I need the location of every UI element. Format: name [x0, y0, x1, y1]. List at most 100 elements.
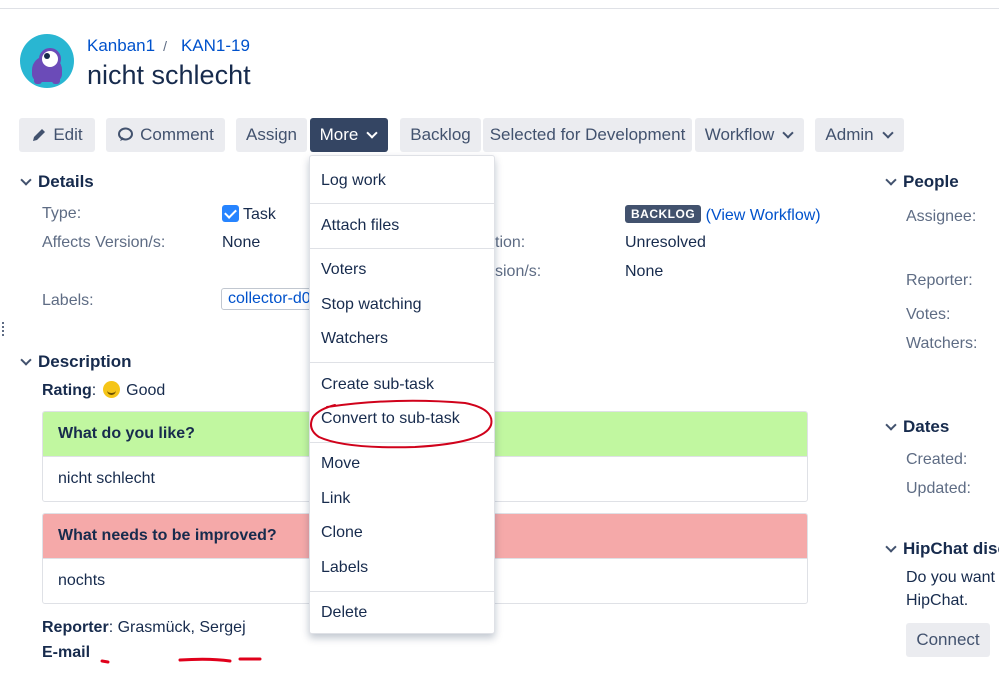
rating-label: Rating — [42, 382, 92, 399]
selected-for-development-button[interactable]: Selected for Development — [483, 118, 692, 152]
reporter-line: Reporter: Grasmück, Sergej — [42, 619, 246, 636]
assign-button-label: Assign — [245, 125, 298, 144]
menu-item-move[interactable]: Move — [310, 455, 494, 473]
votes-label: Votes: — [906, 306, 951, 323]
avatar-monster-leg — [34, 78, 42, 84]
rating-value: Good — [126, 382, 166, 399]
more-button-label: More — [319, 125, 359, 144]
more-button[interactable]: More — [310, 118, 388, 152]
people-section-toggle[interactable]: People — [885, 172, 959, 192]
email-label: E-mail — [42, 644, 91, 661]
hipchat-connect-button[interactable]: Connect — [906, 623, 990, 657]
people-heading: People — [903, 172, 959, 191]
avatar-monster-pupil — [44, 53, 50, 59]
updated-label: Updated: — [906, 480, 971, 497]
label-tag[interactable]: collector-d0 — [221, 288, 315, 310]
description-section-toggle[interactable]: Description — [20, 352, 132, 372]
email-line: E-mail — [42, 644, 90, 662]
smiley-icon — [102, 381, 120, 398]
hipchat-section-toggle[interactable]: HipChat disc — [885, 539, 999, 559]
reporter-value: Grasmück, Sergej — [117, 619, 246, 636]
top-divider — [0, 8, 999, 9]
menu-item-voters[interactable]: Voters — [310, 261, 494, 279]
edit-button[interactable]: Edit — [19, 118, 95, 152]
backlog-button-label: Backlog — [410, 125, 471, 144]
workflow-dropdown-button[interactable]: Workflow — [695, 118, 804, 152]
fix-version-label: sion/s: — [495, 263, 542, 280]
breadcrumb-separator: / — [163, 38, 167, 54]
menu-item-log-work[interactable]: Log work — [310, 172, 494, 190]
chevron-down-icon — [881, 127, 894, 139]
labels-label: Labels: — [42, 292, 94, 309]
project-avatar[interactable] — [20, 34, 74, 88]
selected-for-development-label: Selected for Development — [489, 125, 686, 144]
breadcrumb-issue-link[interactable]: KAN1-19 — [181, 36, 250, 56]
description-heading: Description — [38, 352, 132, 371]
redacted-email-scribble — [100, 657, 262, 664]
issue-title[interactable]: nicht schlecht — [87, 60, 251, 91]
menu-item-clone[interactable]: Clone — [310, 524, 494, 542]
menu-item-link[interactable]: Link — [310, 490, 494, 508]
chevron-down-icon — [20, 354, 32, 366]
menu-item-convert-to-sub-task[interactable]: Convert to sub-task — [310, 410, 494, 428]
comment-button-label: Comment — [140, 125, 214, 144]
rating-line: Rating: Good — [42, 381, 166, 399]
admin-button-label: Admin — [825, 125, 874, 144]
assignee-label: Assignee: — [906, 208, 977, 225]
chevron-down-icon — [885, 541, 897, 553]
avatar-monster-leg — [52, 78, 60, 84]
avatar-monster-eye — [39, 48, 61, 70]
details-section-toggle[interactable]: Details — [20, 172, 94, 192]
menu-item-watchers[interactable]: Watchers — [310, 330, 494, 348]
dates-heading: Dates — [903, 417, 950, 436]
chevron-down-icon — [366, 127, 379, 139]
hipchat-heading: HipChat disc — [903, 539, 999, 558]
status-lozenge: BACKLOG — [625, 205, 702, 223]
fix-version-value: None — [625, 263, 664, 280]
workflow-button-label: Workflow — [704, 125, 775, 144]
menu-item-create-sub-task[interactable]: Create sub-task — [310, 376, 494, 394]
comment-bubble-icon — [118, 127, 134, 141]
hipchat-text-line1: Do you want — [906, 569, 995, 586]
menu-separator — [310, 442, 494, 443]
chevron-down-icon — [782, 127, 794, 139]
type-value: Task — [222, 205, 276, 224]
watchers-label: Watchers: — [906, 335, 978, 352]
resolution-value: Unresolved — [625, 234, 706, 251]
chevron-down-icon — [885, 419, 897, 431]
type-value-text: Task — [243, 206, 276, 223]
task-type-icon — [222, 205, 239, 222]
assign-button[interactable]: Assign — [236, 118, 307, 152]
breadcrumb-project-link[interactable]: Kanban1 — [87, 36, 155, 56]
more-dropdown-menu: Log work Attach files Voters Stop watchi… — [309, 155, 495, 634]
menu-separator — [310, 248, 494, 249]
drag-handle[interactable] — [2, 322, 4, 336]
dates-section-toggle[interactable]: Dates — [885, 417, 950, 437]
view-workflow-link[interactable]: (View Workflow) — [706, 207, 821, 224]
backlog-transition-button[interactable]: Backlog — [400, 118, 481, 152]
status-field: BACKLOG (View Workflow) — [625, 205, 821, 225]
breadcrumb: Kanban1 / KAN1-19 — [87, 36, 250, 56]
admin-dropdown-button[interactable]: Admin — [815, 118, 904, 152]
comment-button[interactable]: Comment — [106, 118, 225, 152]
pencil-icon — [33, 129, 46, 141]
details-heading: Details — [38, 172, 94, 191]
affects-version-value: None — [222, 234, 261, 251]
chevron-down-icon — [885, 174, 897, 186]
edit-button-label: Edit — [53, 125, 83, 144]
created-label: Created: — [906, 451, 968, 468]
menu-separator — [310, 203, 494, 204]
type-label: Type: — [42, 205, 82, 222]
chevron-down-icon — [20, 174, 32, 186]
resolution-label: tion: — [495, 234, 526, 251]
menu-item-labels[interactable]: Labels — [310, 559, 494, 577]
menu-item-attach-files[interactable]: Attach files — [310, 217, 494, 235]
hipchat-text-line2: HipChat. — [906, 592, 969, 609]
menu-separator — [310, 591, 494, 592]
people-reporter-label: Reporter: — [906, 272, 973, 289]
menu-item-delete[interactable]: Delete — [310, 604, 494, 622]
reporter-label: Reporter — [42, 619, 109, 636]
affects-version-label: Affects Version/s: — [42, 234, 166, 251]
menu-separator — [310, 362, 494, 363]
menu-item-stop-watching[interactable]: Stop watching — [310, 296, 494, 314]
